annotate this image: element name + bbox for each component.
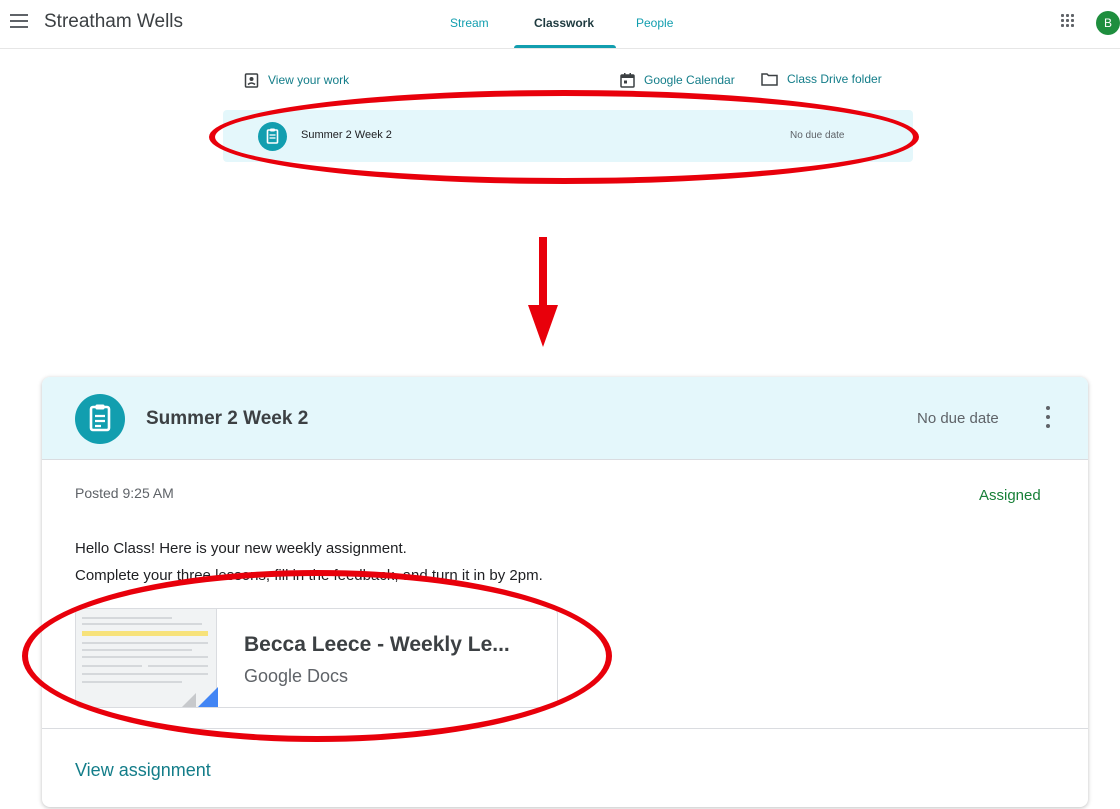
annotation-arrow-head bbox=[528, 305, 558, 347]
assignment-row-title: Summer 2 Week 2 bbox=[301, 129, 392, 141]
document-thumbnail bbox=[76, 609, 218, 707]
assignment-icon bbox=[75, 394, 125, 444]
active-tab-indicator bbox=[514, 45, 616, 48]
class-name[interactable]: Streatham Wells bbox=[44, 11, 183, 33]
assignment-row[interactable]: Summer 2 Week 2 No due date bbox=[223, 110, 913, 162]
posted-time: Posted 9:25 AM bbox=[75, 485, 174, 501]
google-apps-icon[interactable] bbox=[1061, 14, 1075, 28]
avatar[interactable]: B bbox=[1096, 11, 1120, 35]
assignment-detail-card: Summer 2 Week 2 No due date Posted 9:25 … bbox=[42, 377, 1088, 807]
assignment-icon bbox=[258, 122, 287, 151]
google-calendar-link[interactable]: Google Calendar bbox=[620, 72, 735, 88]
class-drive-folder-link[interactable]: Class Drive folder bbox=[761, 72, 882, 86]
class-drive-folder-label: Class Drive folder bbox=[787, 72, 882, 86]
card-divider bbox=[42, 728, 1088, 729]
google-docs-corner-icon bbox=[196, 687, 218, 707]
card-title: Summer 2 Week 2 bbox=[146, 408, 309, 429]
tab-classwork[interactable]: Classwork bbox=[534, 16, 594, 30]
more-options-icon[interactable] bbox=[1043, 406, 1053, 432]
hamburger-menu-icon[interactable] bbox=[10, 14, 28, 28]
attachment-type: Google Docs bbox=[244, 666, 349, 686]
description-line-2: Complete your three lessons, fill in the… bbox=[75, 567, 543, 584]
assignment-row-due: No due date bbox=[790, 130, 845, 141]
status-badge: Assigned bbox=[979, 487, 1041, 504]
card-header[interactable]: Summer 2 Week 2 No due date bbox=[42, 377, 1088, 460]
attachment-card[interactable]: Becca Leece - Weekly Le... Google Docs bbox=[75, 608, 558, 708]
google-calendar-label: Google Calendar bbox=[644, 73, 735, 87]
tab-people[interactable]: People bbox=[636, 16, 673, 30]
top-app-bar: Streatham Wells Stream Classwork People … bbox=[0, 0, 1120, 49]
tab-stream[interactable]: Stream bbox=[450, 16, 489, 30]
card-due-date: No due date bbox=[917, 410, 999, 427]
folder-icon bbox=[761, 73, 778, 86]
assignment-description: Hello Class! Here is your new weekly ass… bbox=[75, 535, 543, 589]
annotation-arrow-shaft bbox=[539, 237, 547, 309]
description-line-1: Hello Class! Here is your new weekly ass… bbox=[75, 540, 407, 557]
attachment-title: Becca Leece - Weekly Le... bbox=[244, 633, 510, 656]
view-assignment-link[interactable]: View assignment bbox=[75, 760, 211, 781]
view-your-work-label: View your work bbox=[268, 73, 350, 87]
assignment-ind-icon bbox=[244, 73, 259, 88]
view-your-work-link[interactable]: View your work bbox=[244, 72, 349, 88]
calendar-icon bbox=[620, 73, 635, 88]
